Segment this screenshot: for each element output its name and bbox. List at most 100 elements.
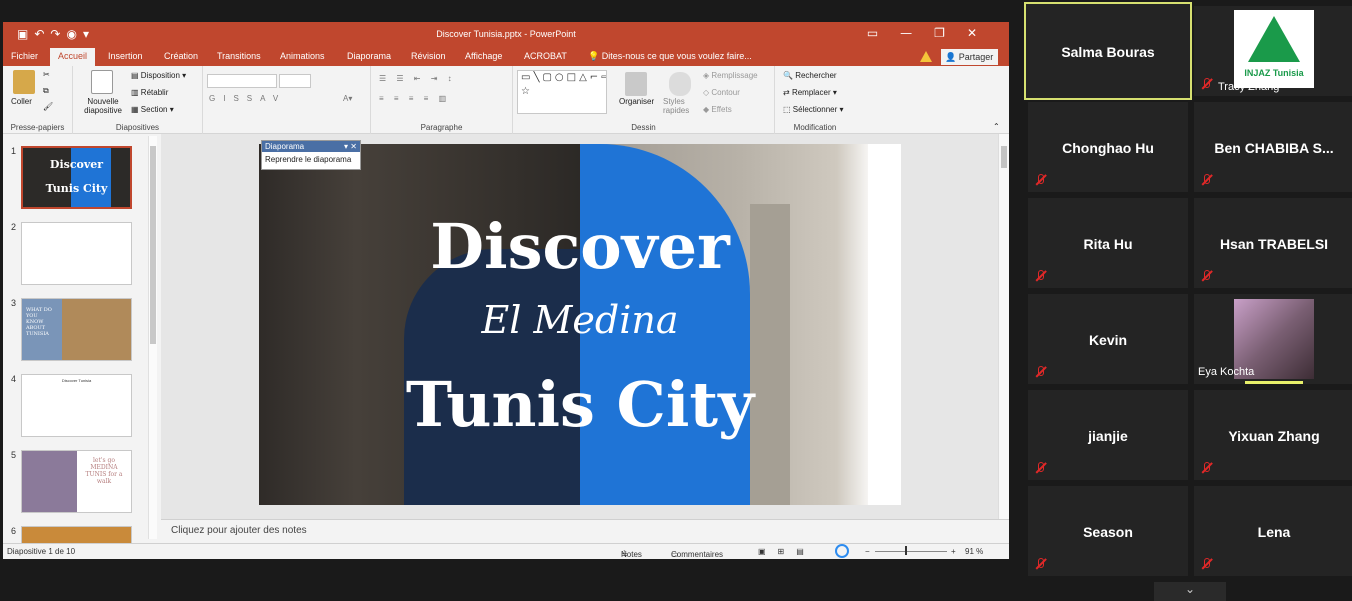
- slide-thumbnail-4[interactable]: Discover Tunisia: [21, 374, 132, 437]
- slide-canvas[interactable]: Discover El Medina Tunis City: [259, 144, 901, 505]
- slide-thumbnail-3[interactable]: WHAT DO YOU KNOW ABOUT TUNISIA: [21, 298, 132, 361]
- replace-icon: ⇄: [783, 88, 790, 97]
- thumb-number: 6: [11, 526, 17, 536]
- font-color-icon[interactable]: A▾: [343, 94, 352, 103]
- tab-diaporama[interactable]: Diaporama: [347, 51, 391, 61]
- speaking-indicator: [1245, 381, 1303, 384]
- slide-title-line2[interactable]: Tunis City: [259, 368, 901, 441]
- close-icon[interactable]: ✕: [967, 26, 999, 40]
- participant-tile[interactable]: Eya Kochta: [1194, 294, 1352, 384]
- select-button[interactable]: ⬚ Sélectionner ▾: [783, 105, 844, 114]
- quick-styles-icon[interactable]: [669, 72, 691, 96]
- slideshow-view-icon[interactable]: [835, 544, 849, 558]
- participant-tile[interactable]: jianjie: [1028, 390, 1188, 480]
- font-size-input[interactable]: [279, 74, 311, 88]
- zoom-level[interactable]: 91 %: [965, 547, 983, 556]
- participant-tile[interactable]: Yixuan Zhang: [1194, 390, 1352, 480]
- slide-thumbnail-2[interactable]: [21, 222, 132, 285]
- tab-accueil[interactable]: Accueil: [50, 48, 96, 66]
- zoom-slider-handle[interactable]: [905, 546, 907, 555]
- fill-icon: ◈: [703, 71, 710, 80]
- font-format-buttons[interactable]: GISSAV: [209, 94, 286, 103]
- close-icon[interactable]: ▾ ✕: [344, 141, 357, 152]
- participant-tile[interactable]: Chonghao Hu: [1028, 102, 1188, 192]
- tab-creation[interactable]: Création: [164, 51, 198, 61]
- new-slide-icon[interactable]: [91, 70, 113, 94]
- muted-mic-icon: [1034, 174, 1046, 186]
- notes-pane[interactable]: Cliquez pour ajouter des notes: [161, 519, 1009, 543]
- paste-icon[interactable]: [13, 70, 35, 94]
- fill-button[interactable]: ◈ Remplissage: [703, 71, 758, 80]
- tab-transitions[interactable]: Transitions: [217, 51, 261, 61]
- thumbnails-scrollbar[interactable]: [148, 136, 157, 539]
- reset-button[interactable]: ▥ Rétablir: [131, 88, 168, 97]
- zoom-slider[interactable]: [875, 551, 947, 552]
- ribbon-options-icon[interactable]: ▭: [867, 26, 900, 40]
- paste-button[interactable]: Coller: [11, 97, 32, 106]
- copy-icon[interactable]: ⧉: [43, 86, 49, 96]
- tab-revision[interactable]: Révision: [411, 51, 446, 61]
- layout-button[interactable]: ▤ Disposition ▾: [131, 71, 186, 80]
- scrollbar-thumb[interactable]: [150, 146, 156, 344]
- tab-affichage[interactable]: Affichage: [465, 51, 502, 61]
- shapes-gallery[interactable]: ▭╲▢○□△⌐⇨⇩⇦△⌒⌐{}☆: [517, 70, 607, 114]
- quick-styles-button[interactable]: Styles rapides: [663, 97, 695, 115]
- slide-thumbnail-5[interactable]: let's go MEDINA TUNIS for a walk: [21, 450, 132, 513]
- slide-thumbnails-pane: 1 Discover Tunis City 2 3 WHAT DO YOU KN…: [3, 134, 161, 546]
- tab-animations[interactable]: Animations: [280, 51, 325, 61]
- slide-script-line[interactable]: El Medina: [259, 298, 901, 342]
- list-icons[interactable]: ☰ ☰ ⇤ ⇥ ↕: [379, 74, 456, 83]
- collapse-ribbon-icon[interactable]: ⌃: [993, 122, 1000, 131]
- zoom-out-icon[interactable]: −: [865, 547, 870, 556]
- group-drawing: ▭╲▢○□△⌐⇨⇩⇦△⌒⌐{}☆ Organiser Styles rapide…: [513, 66, 775, 134]
- section-button[interactable]: ▦ Section ▾: [131, 105, 174, 114]
- tab-acrobat[interactable]: ACROBAT: [524, 51, 567, 61]
- find-button[interactable]: 🔍 Rechercher: [783, 71, 837, 80]
- participant-tile[interactable]: Hsan TRABELSI: [1194, 198, 1352, 288]
- thumb-number: 3: [11, 298, 17, 308]
- thumb-number: 1: [11, 146, 17, 156]
- view-buttons[interactable]: ▣⊞▤: [758, 547, 816, 556]
- outline-button[interactable]: ◇ Contour: [703, 88, 740, 97]
- tell-me-search[interactable]: 💡 Dites-nous ce que vous voulez faire...: [588, 51, 752, 62]
- participant-tile[interactable]: INJAZ Tunisia Tracy Zhang: [1194, 6, 1352, 96]
- participant-tile[interactable]: Season: [1028, 486, 1188, 576]
- replace-button[interactable]: ⇄ Remplacer ▾: [783, 88, 837, 97]
- cut-icon[interactable]: ✂: [43, 70, 50, 79]
- tab-insertion[interactable]: Insertion: [108, 51, 143, 61]
- layout-icon: ▤: [131, 71, 139, 80]
- new-slide-button[interactable]: Nouvelle diapositive: [83, 97, 123, 115]
- slide-thumbnail-1[interactable]: Discover Tunis City: [21, 146, 132, 209]
- muted-mic-icon: [1200, 174, 1212, 186]
- participant-name: Hsan TRABELSI: [1219, 236, 1329, 252]
- participant-tile[interactable]: Ben CHABIBA S...: [1194, 102, 1352, 192]
- font-family-input[interactable]: [207, 74, 277, 88]
- effects-button[interactable]: ◆ Effets: [703, 105, 732, 114]
- arrange-button[interactable]: Organiser: [619, 97, 654, 106]
- warning-icon[interactable]: [920, 51, 932, 62]
- participant-tile-active[interactable]: Salma Bouras: [1024, 2, 1192, 100]
- scrollbar-thumb[interactable]: [1001, 146, 1007, 168]
- participant-tile[interactable]: Kevin: [1028, 294, 1188, 384]
- slide-title-line1[interactable]: Discover: [259, 210, 901, 283]
- status-bar: Diapositive 1 de 10 ≟ Notes ▭ Commentair…: [3, 543, 1009, 559]
- search-icon: 🔍: [783, 71, 793, 80]
- clipboard-label: Presse-papiers: [10, 123, 65, 132]
- outline-icon: ◇: [703, 88, 710, 97]
- share-button[interactable]: 👤 Partager: [941, 49, 998, 65]
- arrange-icon[interactable]: [625, 72, 647, 96]
- tab-fichier[interactable]: Fichier: [11, 51, 38, 61]
- restore-icon[interactable]: ❐: [934, 26, 967, 40]
- zoom-in-icon[interactable]: +: [951, 547, 956, 556]
- collapse-gallery-button[interactable]: ⌄: [1154, 582, 1226, 601]
- slide-counter: Diapositive 1 de 10: [7, 547, 76, 556]
- format-painter-icon[interactable]: 🖌: [43, 102, 53, 111]
- participant-tile[interactable]: Rita Hu: [1028, 198, 1188, 288]
- participant-name: Rita Hu: [1083, 236, 1133, 252]
- align-icons[interactable]: ≡ ≡ ≡ ≡ ▥: [379, 94, 450, 103]
- resume-slideshow-button[interactable]: Reprendre le diaporama: [262, 152, 360, 167]
- editor-scrollbar[interactable]: [998, 134, 1009, 519]
- participant-tile[interactable]: Lena: [1194, 486, 1352, 576]
- minimize-icon[interactable]: —: [900, 26, 934, 40]
- muted-mic-icon: [1200, 270, 1212, 282]
